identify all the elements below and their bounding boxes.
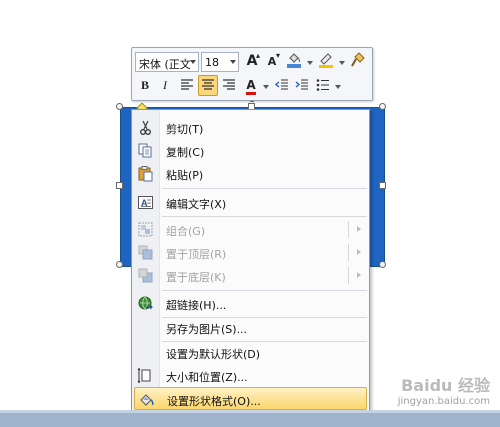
submenu-divider	[348, 244, 349, 261]
menu-item-label: 置于底层(K)	[166, 271, 226, 284]
watermark-brand: Baidu 经验	[401, 376, 490, 395]
menu-item-hyperlink[interactable]: 超链接(H)...	[134, 292, 367, 315]
submenu-arrow-icon	[357, 272, 361, 278]
font-color-dropdown-icon[interactable]	[263, 85, 269, 89]
menu-item-send-to-back[interactable]: 置于底层(K)	[134, 264, 367, 287]
menu-item-label: 设置形状格式(O)...	[167, 395, 261, 408]
menu-item-size-and-position[interactable]: 大小和位置(Z)...	[134, 364, 367, 387]
context-menu: 剪切(T) 复制(C) 粘贴(P) A 编辑文字(X) 组合(G) 置于顶层(R…	[131, 109, 370, 411]
menu-item-format-shape[interactable]: 设置形状格式(O)...	[134, 387, 367, 410]
bring-to-front-icon	[137, 244, 154, 261]
bullets-button[interactable]	[313, 75, 333, 96]
resize-handle-bottom-right[interactable]	[379, 261, 386, 268]
shrink-font-icon: A	[267, 55, 277, 68]
fill-color-dropdown-icon[interactable]	[307, 61, 313, 65]
line-color-dropdown-icon[interactable]	[339, 61, 345, 65]
chevron-down-icon[interactable]	[230, 60, 236, 64]
scissors-icon	[137, 119, 154, 136]
mini-toolbar: 宋体 (正文 18 A ▴ A ▾ B I A	[131, 47, 373, 101]
italic-button[interactable]: I	[155, 75, 175, 96]
line-color-button[interactable]	[316, 51, 336, 72]
menu-item-label: 粘贴(P)	[166, 169, 204, 182]
align-center-icon	[202, 79, 214, 90]
bold-button[interactable]: B	[135, 75, 155, 96]
watermark-url: jingyan.baidu.com	[397, 396, 490, 407]
size-position-icon	[137, 367, 154, 384]
pen-line-icon	[319, 53, 333, 68]
edit-text-icon: A	[137, 194, 154, 211]
menu-item-label: 设置为默认形状(D)	[166, 348, 261, 361]
font-color-icon: A	[246, 78, 256, 95]
font-name-value: 宋体 (正文	[139, 58, 191, 71]
chevron-down-icon[interactable]	[190, 60, 196, 64]
menu-item-label: 组合(G)	[166, 225, 206, 238]
increase-indent-icon	[295, 79, 308, 90]
format-shape-icon	[138, 391, 155, 408]
group-icon	[137, 221, 154, 238]
decrease-indent-button[interactable]	[272, 75, 292, 96]
menu-item-bring-to-front[interactable]: 置于顶层(R)	[134, 241, 367, 264]
format-painter-button[interactable]	[348, 51, 368, 72]
resize-handle-top-right[interactable]	[379, 103, 386, 110]
submenu-divider	[348, 221, 349, 238]
menu-item-label: 置于顶层(R)	[166, 248, 227, 261]
menu-item-label: 剪切(T)	[166, 123, 204, 136]
format-painter-icon	[351, 52, 365, 67]
resize-handle-right[interactable]	[379, 182, 386, 189]
menu-item-group[interactable]: 组合(G)	[134, 218, 367, 241]
resize-handle-bottom-left[interactable]	[116, 261, 123, 268]
menu-item-save-as-picture[interactable]: 另存为图片(S)...	[134, 316, 367, 339]
menu-item-label: 复制(C)	[166, 146, 205, 159]
menu-separator	[162, 290, 367, 291]
align-left-icon	[181, 79, 193, 90]
menu-item-label: 另存为图片(S)...	[166, 323, 248, 336]
align-right-icon	[223, 79, 235, 90]
resize-handle-top-left[interactable]	[116, 103, 123, 110]
menu-separator	[162, 216, 367, 217]
menu-item-label: 编辑文字(X)	[166, 198, 227, 211]
align-left-button[interactable]	[177, 75, 197, 96]
align-right-button[interactable]	[219, 75, 239, 96]
font-size-combo[interactable]: 18	[201, 52, 239, 72]
hyperlink-icon	[137, 295, 154, 312]
send-to-back-icon	[137, 267, 154, 284]
italic-icon: I	[163, 78, 167, 92]
font-color-button[interactable]: A	[241, 75, 261, 96]
watermark: Baidu 经验 jingyan.baidu.com	[380, 372, 490, 412]
increase-indent-button[interactable]	[292, 75, 312, 96]
menu-item-label: 超链接(H)...	[166, 299, 227, 312]
paste-icon	[137, 165, 154, 182]
fill-color-button[interactable]	[284, 51, 304, 72]
menu-item-cut[interactable]: 剪切(T)	[134, 116, 367, 139]
decrease-indent-icon	[274, 79, 288, 90]
bullet-list-icon	[316, 79, 329, 91]
menu-item-label: 大小和位置(Z)...	[166, 371, 248, 384]
menu-item-edit-text[interactable]: A 编辑文字(X)	[134, 191, 367, 214]
paint-bucket-icon	[287, 53, 301, 68]
align-center-button[interactable]	[198, 75, 218, 96]
bullets-dropdown-icon[interactable]	[335, 85, 341, 89]
font-size-value: 18	[205, 56, 219, 69]
bold-icon: B	[140, 78, 149, 92]
copy-icon	[137, 142, 154, 159]
shrink-font-button[interactable]: A ▾	[262, 51, 282, 72]
font-name-combo[interactable]: 宋体 (正文	[135, 52, 199, 72]
submenu-arrow-icon	[357, 226, 361, 232]
menu-item-paste[interactable]: 粘贴(P)	[134, 162, 367, 185]
status-strip	[0, 410, 500, 427]
submenu-divider	[348, 267, 349, 284]
menu-separator	[162, 188, 367, 189]
grow-font-button[interactable]: A ▴	[242, 51, 262, 72]
menu-item-set-default-shape[interactable]: 设置为默认形状(D)	[134, 341, 367, 364]
submenu-arrow-icon	[357, 249, 361, 255]
menu-item-copy[interactable]: 复制(C)	[134, 139, 367, 162]
resize-handle-left[interactable]	[116, 182, 123, 189]
